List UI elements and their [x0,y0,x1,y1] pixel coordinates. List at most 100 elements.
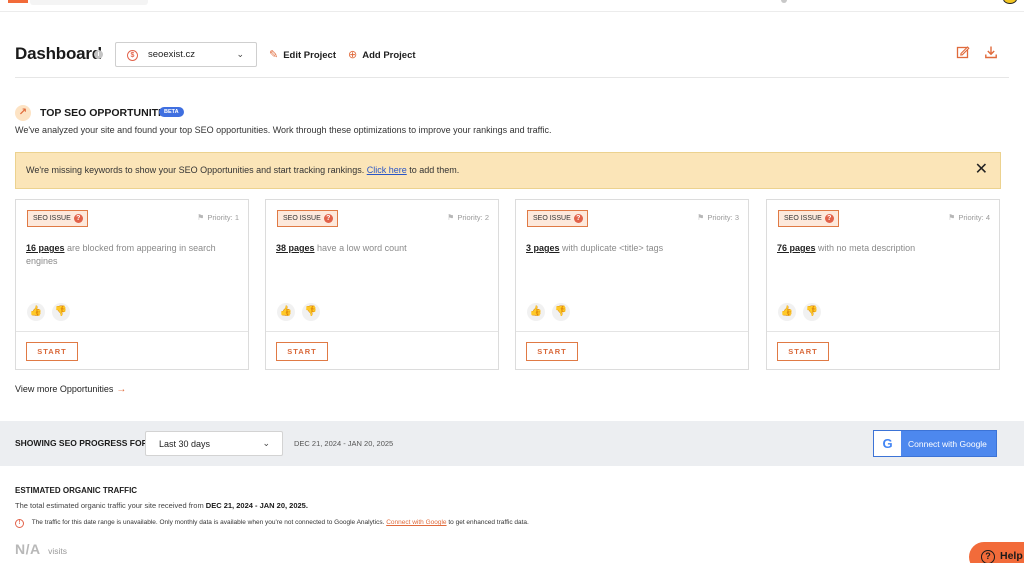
seo-issue-badge: SEO ISSUE? [778,210,839,227]
question-icon[interactable]: ? [573,214,583,223]
view-more-label: View more Opportunities [15,384,114,394]
question-icon: ? [981,550,995,563]
issue-count-link[interactable]: 3 pages [526,243,560,253]
notification-icon[interactable] [781,0,787,3]
start-button[interactable]: START [526,342,578,361]
card-divider [767,331,999,332]
question-icon[interactable]: ? [824,214,834,223]
issue-description: 38 pages have a low word count [276,242,481,255]
opportunity-card: SEO ISSUE? ⚑ Priority: 3 3 pages with dup… [515,199,749,370]
issue-text: have a low word count [317,243,407,253]
date-range-select[interactable]: Last 30 days ⌄ [145,431,283,456]
opportunities-title: TOP SEO OPPORTUNITIES [40,107,175,119]
seo-issue-badge: SEO ISSUE? [527,210,588,227]
flag-icon: ⚑ [197,213,205,222]
close-icon[interactable]: ✕ [975,161,988,179]
traffic-unit: visits [48,546,67,556]
card-divider [516,331,748,332]
traffic-count: N/A [15,541,41,557]
issue-count-link[interactable]: 38 pages [276,243,315,253]
flag-icon: ⚑ [697,213,705,222]
opportunity-card: SEO ISSUE? ⚑ Priority: 2 38 pages have a … [265,199,499,370]
date-range-value: Last 30 days [159,439,211,449]
thumbs-up-icon[interactable]: 👍 [778,303,796,321]
google-icon: G [874,431,901,456]
date-range-text: DEC 21, 2024 - JAN 20, 2025 [294,439,394,448]
add-project-button[interactable]: ⊕ Add Project [348,48,416,61]
issue-description: 3 pages with duplicate <title> tags [526,242,731,255]
thumbs-down-icon[interactable]: 👎 [52,303,70,321]
seo-issue-label: SEO ISSUE [33,215,71,222]
start-button[interactable]: START [777,342,829,361]
seo-issue-badge: SEO ISSUE? [27,210,88,227]
priority-label: ⚑ Priority: 4 [948,213,990,222]
view-more-opportunities-link[interactable]: View more Opportunities → [15,384,126,395]
chevron-down-icon: ⌄ [236,49,244,59]
thumbs-down-icon[interactable]: 👎 [552,303,570,321]
progress-label: SHOWING SEO PROGRESS FOR: [15,438,151,448]
arrow-right-icon: → [116,384,127,395]
global-search-input[interactable] [30,0,148,5]
issue-count-link[interactable]: 16 pages [26,243,65,253]
project-select[interactable]: $ seoexist.cz ⌄ [115,42,257,67]
alert-text-before: We're missing keywords to show your SEO … [26,165,365,175]
info-icon[interactable]: i [94,50,103,59]
site-favicon-icon: $ [127,50,138,61]
add-keywords-link[interactable]: Click here [367,165,407,175]
dashboard-header: Dashboard i $ seoexist.cz ⌄ ✎ Edit Projec… [15,42,1009,78]
missing-keywords-alert: We're missing keywords to show your SEO … [15,152,1001,189]
connect-google-link[interactable]: Connect with Google [386,519,446,526]
start-button[interactable]: START [26,342,78,361]
logo[interactable] [8,0,28,3]
traffic-subtitle-dates: DEC 21, 2024 - JAN 20, 2025. [205,501,308,510]
traffic-subtitle: The total estimated organic traffic your… [15,501,308,510]
seo-progress-bar: SHOWING SEO PROGRESS FOR: Last 30 days ⌄… [0,421,1024,466]
priority-label: ⚑ Priority: 2 [447,213,489,222]
download-icon[interactable] [984,45,998,62]
thumbs-up-icon[interactable]: 👍 [277,303,295,321]
thumbs-down-icon[interactable]: 👎 [302,303,320,321]
help-button[interactable]: ? Help [969,542,1024,563]
plus-circle-icon: ⊕ [348,49,358,61]
card-divider [266,331,498,332]
connect-google-label: Connect with Google [908,439,987,449]
seo-issue-label: SEO ISSUE [533,215,571,222]
thumbs-up-icon[interactable]: 👍 [527,303,545,321]
seo-issue-label: SEO ISSUE [283,215,321,222]
opportunity-card: SEO ISSUE? ⚑ Priority: 1 16 pages are blo… [15,199,249,370]
start-button[interactable]: START [276,342,328,361]
priority-text: Priority: 4 [958,213,990,222]
issue-description: 76 pages with no meta description [777,242,982,255]
flag-icon: ⚑ [948,213,956,222]
edit-project-button[interactable]: ✎ Edit Project [269,48,336,61]
issue-description: 16 pages are blocked from appearing in s… [26,242,231,268]
warning-icon: ! [15,519,24,528]
alert-text-after: to add them. [409,165,460,175]
thumbs-down-icon[interactable]: 👎 [803,303,821,321]
issue-text: with no meta description [818,243,916,253]
edit-report-icon[interactable] [956,45,970,62]
pencil-icon: ✎ [269,49,279,61]
page-title: Dashboard [15,44,102,63]
project-select-value: seoexist.cz [148,49,195,60]
warning-text-after: to get enhanced traffic data. [448,519,529,526]
edit-project-label: Edit Project [283,50,337,61]
priority-label: ⚑ Priority: 3 [697,213,739,222]
chevron-down-icon: ⌄ [262,438,270,448]
thumbs-up-icon[interactable]: 👍 [27,303,45,321]
priority-text: Priority: 2 [457,213,489,222]
question-icon[interactable]: ? [323,214,333,223]
priority-text: Priority: 3 [707,213,739,222]
traffic-title: ESTIMATED ORGANIC TRAFFIC [15,486,138,495]
question-icon[interactable]: ? [73,214,83,223]
opportunity-card: SEO ISSUE? ⚑ Priority: 4 76 pages with no… [766,199,1000,370]
connect-google-button[interactable]: G Connect with Google [873,430,997,457]
opportunities-subtitle: We've analyzed your site and found your … [15,125,552,135]
avatar[interactable] [1003,0,1017,4]
issue-text: with duplicate <title> tags [562,243,664,253]
flag-icon: ⚑ [447,213,455,222]
traffic-value: N/A visits [15,541,67,559]
priority-label: ⚑ Priority: 1 [197,213,239,222]
issue-count-link[interactable]: 76 pages [777,243,816,253]
card-divider [16,331,248,332]
